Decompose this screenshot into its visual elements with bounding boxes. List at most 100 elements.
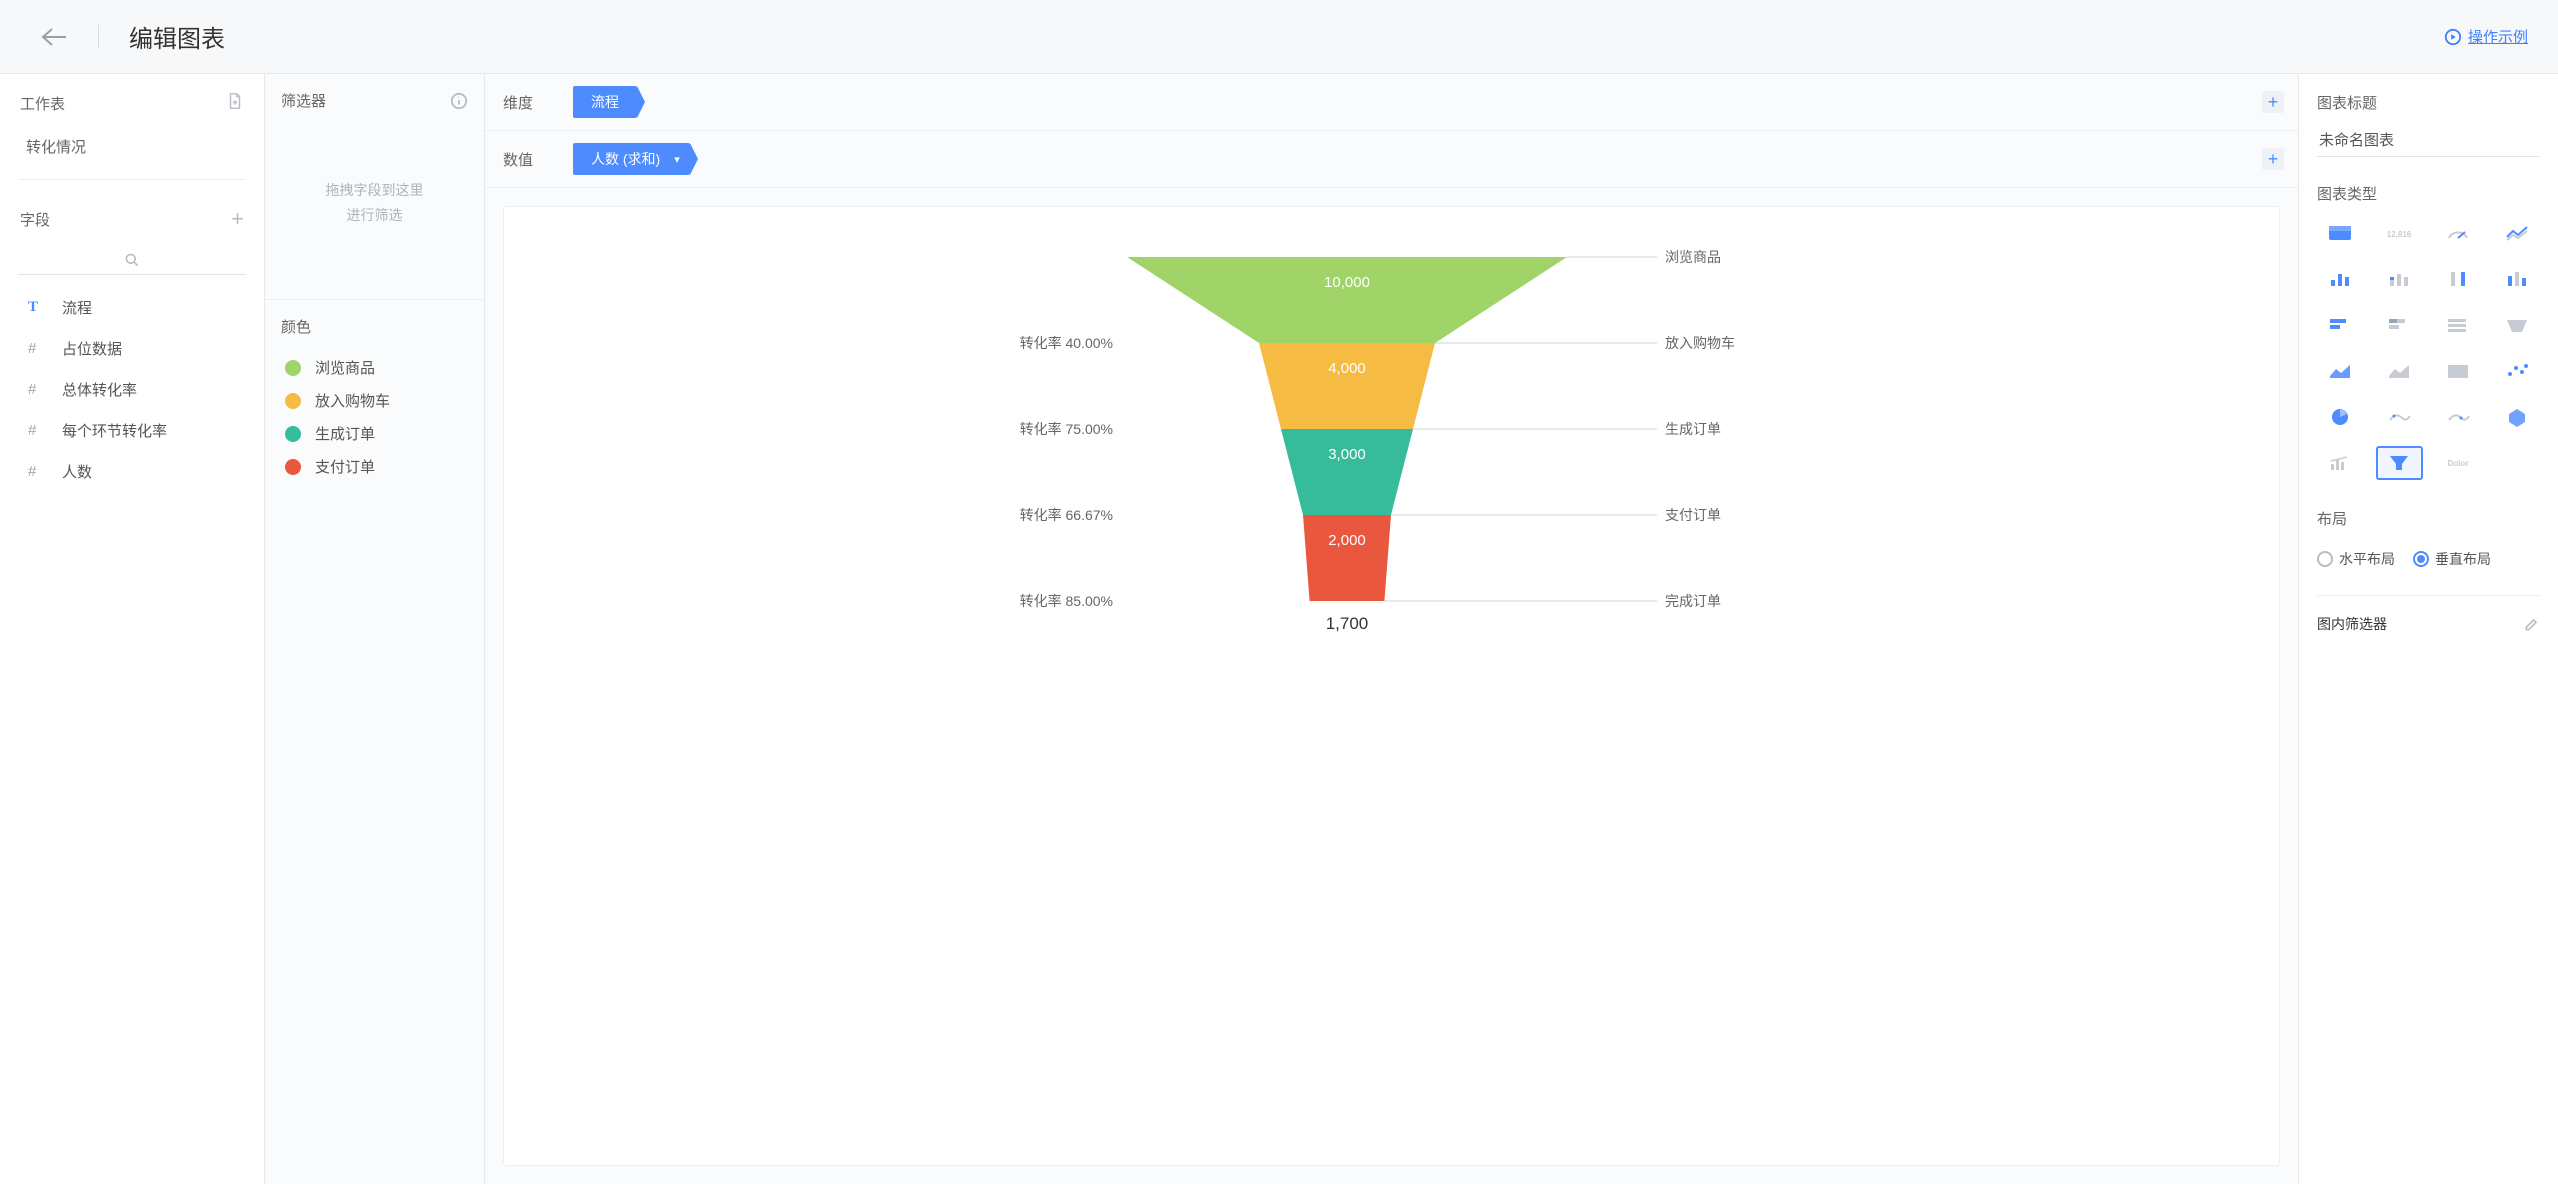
chart-card: 10,000浏览商品转化率 40.00%4,000放入购物车转化率 75.00%… <box>503 206 2280 1166</box>
field-item[interactable]: #占位数据 <box>0 328 264 369</box>
funnel-stage-label: 浏览商品 <box>1665 249 1721 265</box>
chart-type-option[interactable] <box>2376 308 2423 342</box>
page-title: 编辑图表 <box>129 19 2444 54</box>
chart-type-option[interactable] <box>2435 400 2482 434</box>
legend-swatch <box>285 459 301 475</box>
funnel-value: 2,000 <box>1328 532 1366 549</box>
filter-dropzone[interactable]: 拖拽字段到这里 进行筛选 <box>281 123 468 283</box>
funnel-rate-label: 转化率 40.00% <box>1019 335 1112 351</box>
chart-title-input[interactable] <box>2317 125 2540 157</box>
funnel-chart: 10,000浏览商品转化率 40.00%4,000放入购物车转化率 75.00%… <box>1017 237 1737 667</box>
example-link-label: 操作示例 <box>2468 26 2528 47</box>
field-type-number-icon: # <box>28 422 48 439</box>
chart-type-option[interactable] <box>2317 216 2364 250</box>
legend-item[interactable]: 放入购物车 <box>281 384 468 417</box>
chart-type-option[interactable] <box>2317 354 2364 388</box>
layout-horizontal-radio[interactable]: 水平布局 <box>2317 549 2395 569</box>
chart-type-option[interactable] <box>2317 446 2364 480</box>
color-section: 颜色 浏览商品放入购物车生成订单支付订单 <box>265 300 484 499</box>
funnel-segment[interactable] <box>1281 429 1413 515</box>
chart-type-option[interactable] <box>2493 216 2540 250</box>
fields-section-header: 字段 + <box>0 190 264 240</box>
layout-vertical-radio[interactable]: 垂直布局 <box>2413 549 2491 569</box>
color-label: 颜色 <box>281 316 468 337</box>
legend-swatch <box>285 426 301 442</box>
funnel-rate-label: 转化率 85.00% <box>1019 593 1112 609</box>
funnel-value: 4,000 <box>1328 360 1366 377</box>
funnel-segment[interactable] <box>1259 343 1435 429</box>
worksheet-label: 工作表 <box>20 93 65 114</box>
filter-label: 筛选器 <box>281 90 326 111</box>
chart-type-option[interactable] <box>2376 262 2423 296</box>
chart-type-option[interactable] <box>2493 308 2540 342</box>
config-column: 筛选器 拖拽字段到这里 进行筛选 颜色 浏览商品放入购物车生成订单支付订单 <box>265 74 485 1184</box>
add-value-button[interactable]: + <box>2262 148 2284 170</box>
chart-type-option[interactable] <box>2435 216 2482 250</box>
chart-type-option[interactable] <box>2376 400 2423 434</box>
chart-type-option[interactable]: 12,816 <box>2376 216 2423 250</box>
main-area: 维度 流程 + 数值 人数 (求和)▾ + 10,000浏览商品转化率 40.0… <box>485 74 2298 1184</box>
funnel-stage-label: 支付订单 <box>1665 507 1721 523</box>
legend-item[interactable]: 支付订单 <box>281 450 468 483</box>
header-bar: 编辑图表 操作示例 <box>0 0 2558 74</box>
info-icon[interactable] <box>450 92 468 110</box>
funnel-stage-label: 完成订单 <box>1665 593 1721 609</box>
chart-type-grid: 12,816 Dolor <box>2317 216 2540 480</box>
chart-type-option[interactable] <box>2435 262 2482 296</box>
chart-type-option[interactable] <box>2317 262 2364 296</box>
example-link[interactable]: 操作示例 <box>2444 26 2528 47</box>
chart-type-option[interactable] <box>2376 446 2423 480</box>
field-item[interactable]: #人数 <box>0 451 264 492</box>
panel-right: 图表标题 图表类型 12,816 Dolor 布局 水平布局 垂直布局 图内筛选器 <box>2298 74 2558 1184</box>
svg-text:Dolor: Dolor <box>2447 459 2468 468</box>
legend-item[interactable]: 生成订单 <box>281 417 468 450</box>
field-type-number-icon: # <box>28 381 48 398</box>
legend-swatch <box>285 360 301 376</box>
chevron-down-icon: ▾ <box>674 153 680 166</box>
pencil-icon[interactable] <box>2524 616 2540 632</box>
field-item[interactable]: #每个环节转化率 <box>0 410 264 451</box>
field-type-number-icon: # <box>28 340 48 357</box>
funnel-stage-label: 生成订单 <box>1665 421 1721 437</box>
chart-type-option[interactable] <box>2493 400 2540 434</box>
legend-item[interactable]: 浏览商品 <box>281 351 468 384</box>
funnel-value: 3,000 <box>1328 446 1366 463</box>
in-chart-filter-label: 图内筛选器 <box>2317 614 2387 634</box>
dimension-label: 维度 <box>503 92 573 113</box>
funnel-rate-label: 转化率 75.00% <box>1019 421 1112 437</box>
chart-type-option[interactable] <box>2317 400 2364 434</box>
layout-label: 布局 <box>2317 508 2540 529</box>
header-divider <box>98 25 99 49</box>
add-field-icon[interactable]: + <box>231 208 244 230</box>
back-button[interactable] <box>30 13 78 61</box>
add-worksheet-icon[interactable] <box>226 92 244 114</box>
value-pill[interactable]: 人数 (求和)▾ <box>573 143 690 175</box>
chart-type-option[interactable] <box>2376 354 2423 388</box>
field-item[interactable]: T流程 <box>0 287 264 328</box>
chart-type-option[interactable] <box>2493 354 2540 388</box>
funnel-stage-label: 放入购物车 <box>1665 335 1735 351</box>
chart-title-label: 图表标题 <box>2317 92 2540 113</box>
chart-type-option[interactable] <box>2317 308 2364 342</box>
chart-type-option[interactable]: Dolor <box>2435 446 2482 480</box>
legend-swatch <box>285 393 301 409</box>
field-search[interactable] <box>18 246 246 275</box>
value-label: 数值 <box>503 149 573 170</box>
sidebar-left: 工作表 转化情况 字段 + T流程 #占位数据 #总体转化率 #每个环节转化率 … <box>0 74 265 1184</box>
field-item[interactable]: #总体转化率 <box>0 369 264 410</box>
worksheet-section-header: 工作表 <box>0 74 264 124</box>
chart-type-option[interactable] <box>2493 262 2540 296</box>
chart-type-option[interactable] <box>2435 308 2482 342</box>
search-icon <box>124 252 140 268</box>
dimension-row: 维度 流程 + <box>485 74 2298 131</box>
chart-type-label: 图表类型 <box>2317 183 2540 204</box>
dimension-pill[interactable]: 流程 <box>573 86 637 118</box>
worksheet-item[interactable]: 转化情况 <box>0 124 264 169</box>
add-dimension-button[interactable]: + <box>2262 91 2284 113</box>
funnel-segment[interactable] <box>1303 515 1391 601</box>
chart-type-option[interactable] <box>2435 354 2482 388</box>
filter-section: 筛选器 拖拽字段到这里 进行筛选 <box>265 74 484 300</box>
funnel-segment[interactable] <box>1127 257 1567 343</box>
field-type-number-icon: # <box>28 463 48 480</box>
fields-label: 字段 <box>20 209 50 230</box>
